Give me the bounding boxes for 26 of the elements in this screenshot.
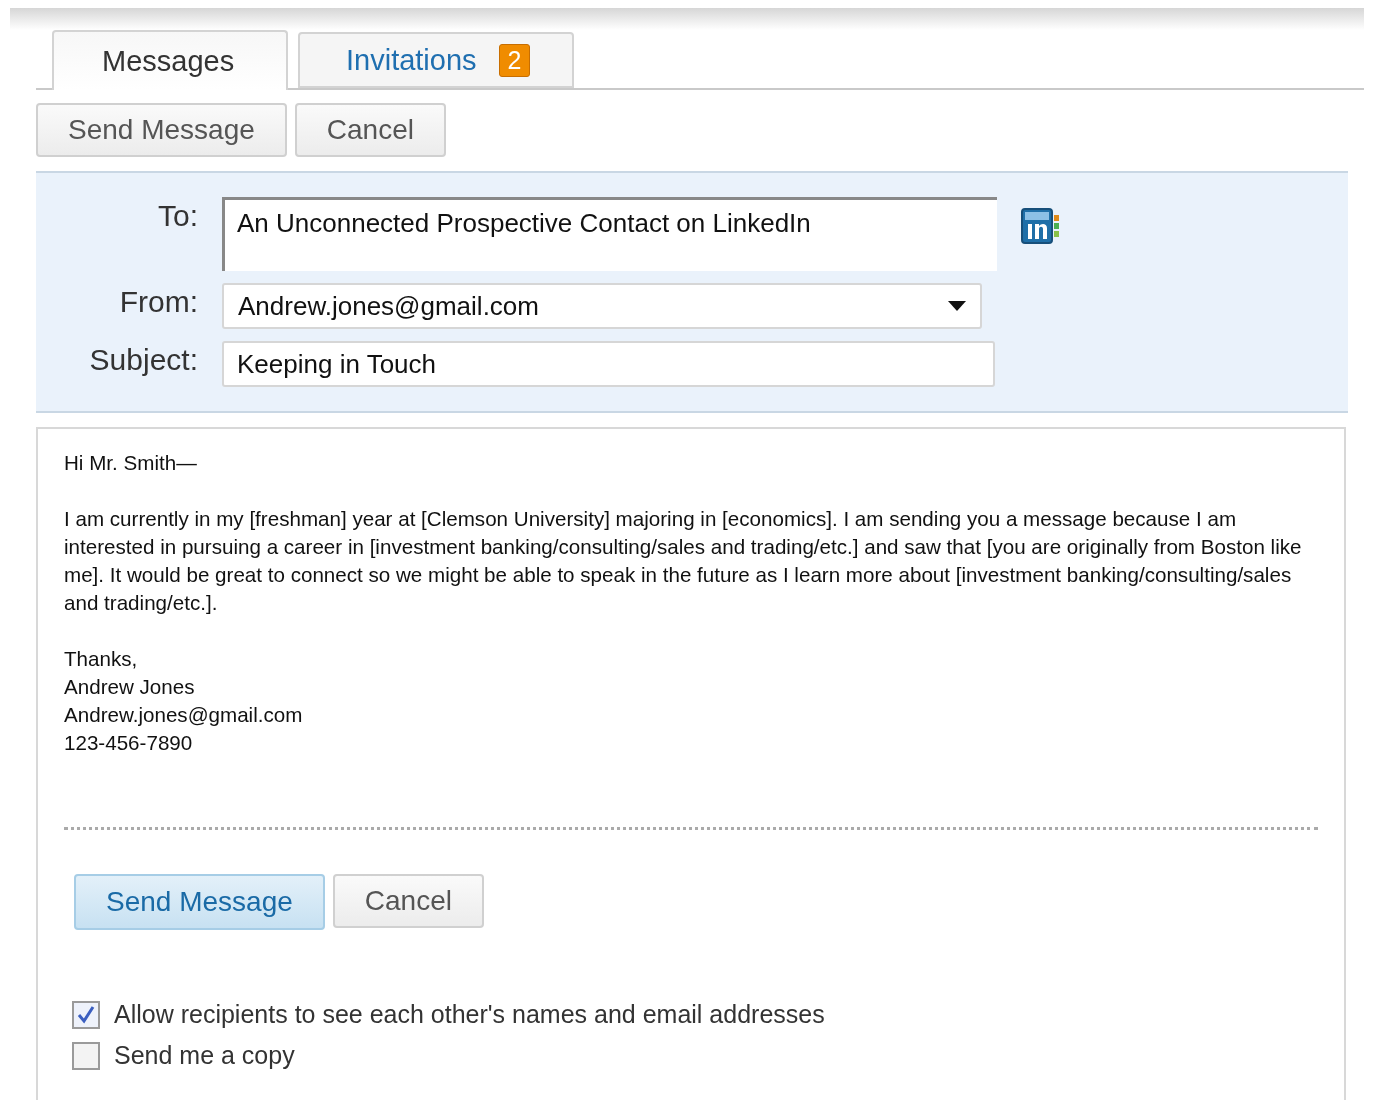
message-body[interactable] xyxy=(36,427,1346,1100)
send-message-button[interactable]: Send Message xyxy=(74,874,325,930)
checkbox[interactable] xyxy=(72,1000,100,1029)
tab[interactable]: Invitations 2 xyxy=(298,32,574,88)
to-field[interactable]: An Unconnected Prospective Contact on LinkedIn xyxy=(222,197,997,271)
subject-field[interactable]: Keeping in Touch xyxy=(222,341,995,387)
signature-line: 123-456-7890 xyxy=(64,730,194,756)
send-message-button[interactable]: Send Message xyxy=(36,103,287,157)
checkbox[interactable] xyxy=(72,1041,100,1070)
cancel-button[interactable]: Cancel xyxy=(332,874,484,928)
tab[interactable]: Messages xyxy=(52,30,288,90)
signature-line: Andrew.jones@gmail.com xyxy=(64,702,304,728)
cancel-button[interactable]: Cancel xyxy=(294,103,446,157)
option-label: Send me a copy xyxy=(114,1041,295,1070)
from-dropdown[interactable]: Andrew.jones@gmail.com xyxy=(222,283,982,329)
caret-icon xyxy=(948,301,966,311)
message-text: I am currently in my [freshman] year at [Clemson University] majoring in [economics]. I am sending you a message because I am interested in pursuing a career in [investment banking/consulting/sales and trading/etc.] and saw that [you are originally from Boston like me]. It would be great to connect so we might be able to speak in the future as I learn more about [investment banking/consulting/sales and trading/etc.]. xyxy=(64,506,1303,616)
option-label: Allow recipients to see each other's names and email addresses xyxy=(114,1000,825,1029)
signature-line: Thanks, xyxy=(64,646,139,672)
count-badge: 2 xyxy=(498,43,531,77)
field-label: To: xyxy=(156,198,199,233)
message-text: Hi Mr. Smith— xyxy=(64,450,198,476)
field-label: From: xyxy=(118,284,199,319)
signature-line: Andrew Jones xyxy=(64,674,196,700)
field-label: Subject: xyxy=(88,342,199,377)
contacts-book-icon[interactable] xyxy=(1020,207,1060,245)
